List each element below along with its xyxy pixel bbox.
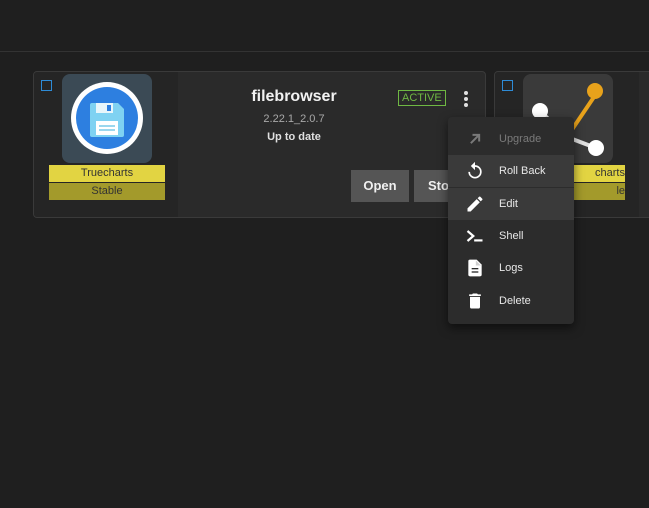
menu-item-delete[interactable]: Delete xyxy=(448,285,574,317)
train-label: Truecharts xyxy=(49,165,165,182)
app-icon-pane: Truecharts Stable xyxy=(34,72,178,217)
terminal-icon xyxy=(466,230,483,242)
menu-item-logs[interactable]: Logs xyxy=(448,252,574,284)
open-button[interactable]: Open xyxy=(351,170,409,202)
menu-item-shell[interactable]: Shell xyxy=(448,220,574,252)
menu-item-edit[interactable]: Edit xyxy=(448,188,574,220)
menu-label: Edit xyxy=(499,198,518,210)
floppy-disk-icon xyxy=(62,74,152,163)
menu-label: Logs xyxy=(499,262,523,274)
update-status: Up to date xyxy=(267,131,321,143)
menu-label: Delete xyxy=(499,295,531,307)
top-bar xyxy=(0,0,649,52)
menu-label: Upgrade xyxy=(499,133,542,145)
channel-label: Stable xyxy=(49,183,165,200)
menu-label: Shell xyxy=(499,230,524,242)
select-checkbox[interactable] xyxy=(41,80,52,91)
app-name: filebrowser xyxy=(251,88,337,105)
select-checkbox[interactable] xyxy=(502,80,513,91)
pencil-icon xyxy=(467,196,483,212)
menu-item-roll-back[interactable]: Roll Back xyxy=(448,155,574,187)
app-card-filebrowser: Truecharts Stable filebrowser 2.22.1_2.0… xyxy=(33,71,486,218)
menu-item-upgrade[interactable]: Upgrade xyxy=(448,123,574,155)
menu-label: Roll Back xyxy=(499,165,546,177)
more-options-icon[interactable] xyxy=(461,90,471,108)
rollback-icon xyxy=(468,161,482,179)
trash-icon xyxy=(469,293,481,309)
status-badge: ACTIVE xyxy=(398,90,446,106)
app-version: 2.22.1_2.0.7 xyxy=(263,113,325,125)
app-context-menu: Upgrade Roll Back Edit Shell Logs Delete xyxy=(448,117,574,324)
arrow-up-right-icon xyxy=(470,133,481,144)
document-icon xyxy=(468,259,482,277)
